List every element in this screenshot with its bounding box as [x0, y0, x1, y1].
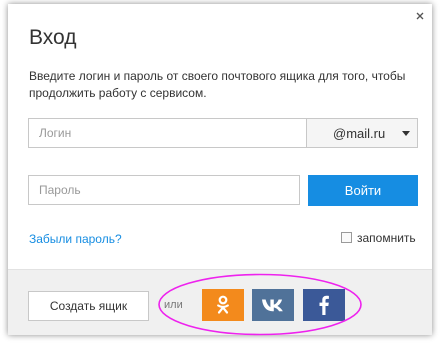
- domain-select-value: @mail.ru: [333, 126, 386, 141]
- password-input[interactable]: [28, 175, 300, 205]
- screen: Вход Введите логин и пароль от своего по…: [0, 0, 447, 346]
- or-label: или: [164, 299, 183, 311]
- create-mailbox-button[interactable]: Создать ящик: [28, 291, 149, 321]
- vkontakte-button[interactable]: [252, 289, 294, 321]
- dialog-title: Вход: [29, 26, 77, 49]
- remember-checkbox[interactable]: [341, 232, 352, 243]
- odnoklassniki-button[interactable]: [202, 289, 244, 321]
- login-input[interactable]: [28, 118, 307, 148]
- facebook-button[interactable]: [303, 289, 345, 321]
- remember-label: запомнить: [357, 231, 416, 245]
- odnoklassniki-icon: [217, 295, 229, 314]
- vk-icon: [262, 299, 283, 312]
- facebook-icon: [319, 295, 329, 315]
- login-button[interactable]: Войти: [308, 175, 418, 206]
- domain-select[interactable]: @mail.ru: [306, 118, 418, 148]
- forgot-password-link[interactable]: Забыли пароль?: [29, 232, 122, 246]
- close-icon[interactable]: [414, 10, 426, 22]
- chevron-down-icon: [402, 131, 410, 136]
- dialog-subtitle: Введите логин и пароль от своего почтово…: [29, 69, 406, 100]
